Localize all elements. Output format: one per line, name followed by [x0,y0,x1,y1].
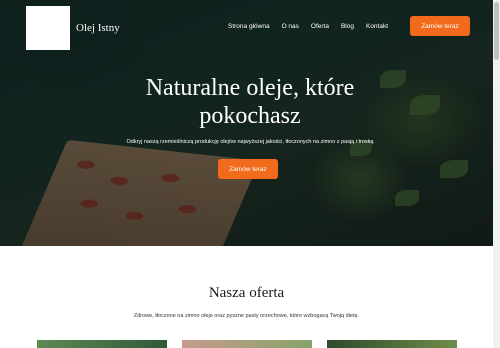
logo[interactable] [26,6,70,50]
scrollbar-thumb[interactable] [494,2,499,60]
offer-card-1[interactable] [37,340,167,348]
offer-card-2[interactable] [182,340,312,348]
order-now-button-header[interactable]: Zamów teraz [410,16,470,36]
nav-item-about[interactable]: O nas [282,23,299,30]
hero-title: Naturalne oleje, które pokochasz [0,74,500,130]
hero-title-line2: pokochasz [199,103,301,129]
hero-title-line1: Naturalne oleje, które [145,75,355,101]
nav-item-offer[interactable]: Oferta [311,23,329,30]
offer-subtitle: Zdrowe, tłoczone na zimno oleje oraz pys… [133,313,360,319]
hero-subtitle: Odkryj naszą rzemieślniczą produkcję ole… [126,139,374,145]
offer-card-3[interactable] [327,340,457,348]
order-now-button-hero[interactable]: Zamów teraz [218,159,278,179]
offer-title: Nasza oferta [208,285,285,301]
nav-item-home[interactable]: Strona główna [228,23,270,30]
nav-item-contact[interactable]: Kontakt [366,23,388,30]
brand-name[interactable]: Olej Istny [76,22,120,34]
nav-item-blog[interactable]: Blog [341,23,354,30]
main-nav: Strona główna O nas Oferta Blog Kontakt [228,23,388,30]
page-scrollbar[interactable] [493,0,500,348]
